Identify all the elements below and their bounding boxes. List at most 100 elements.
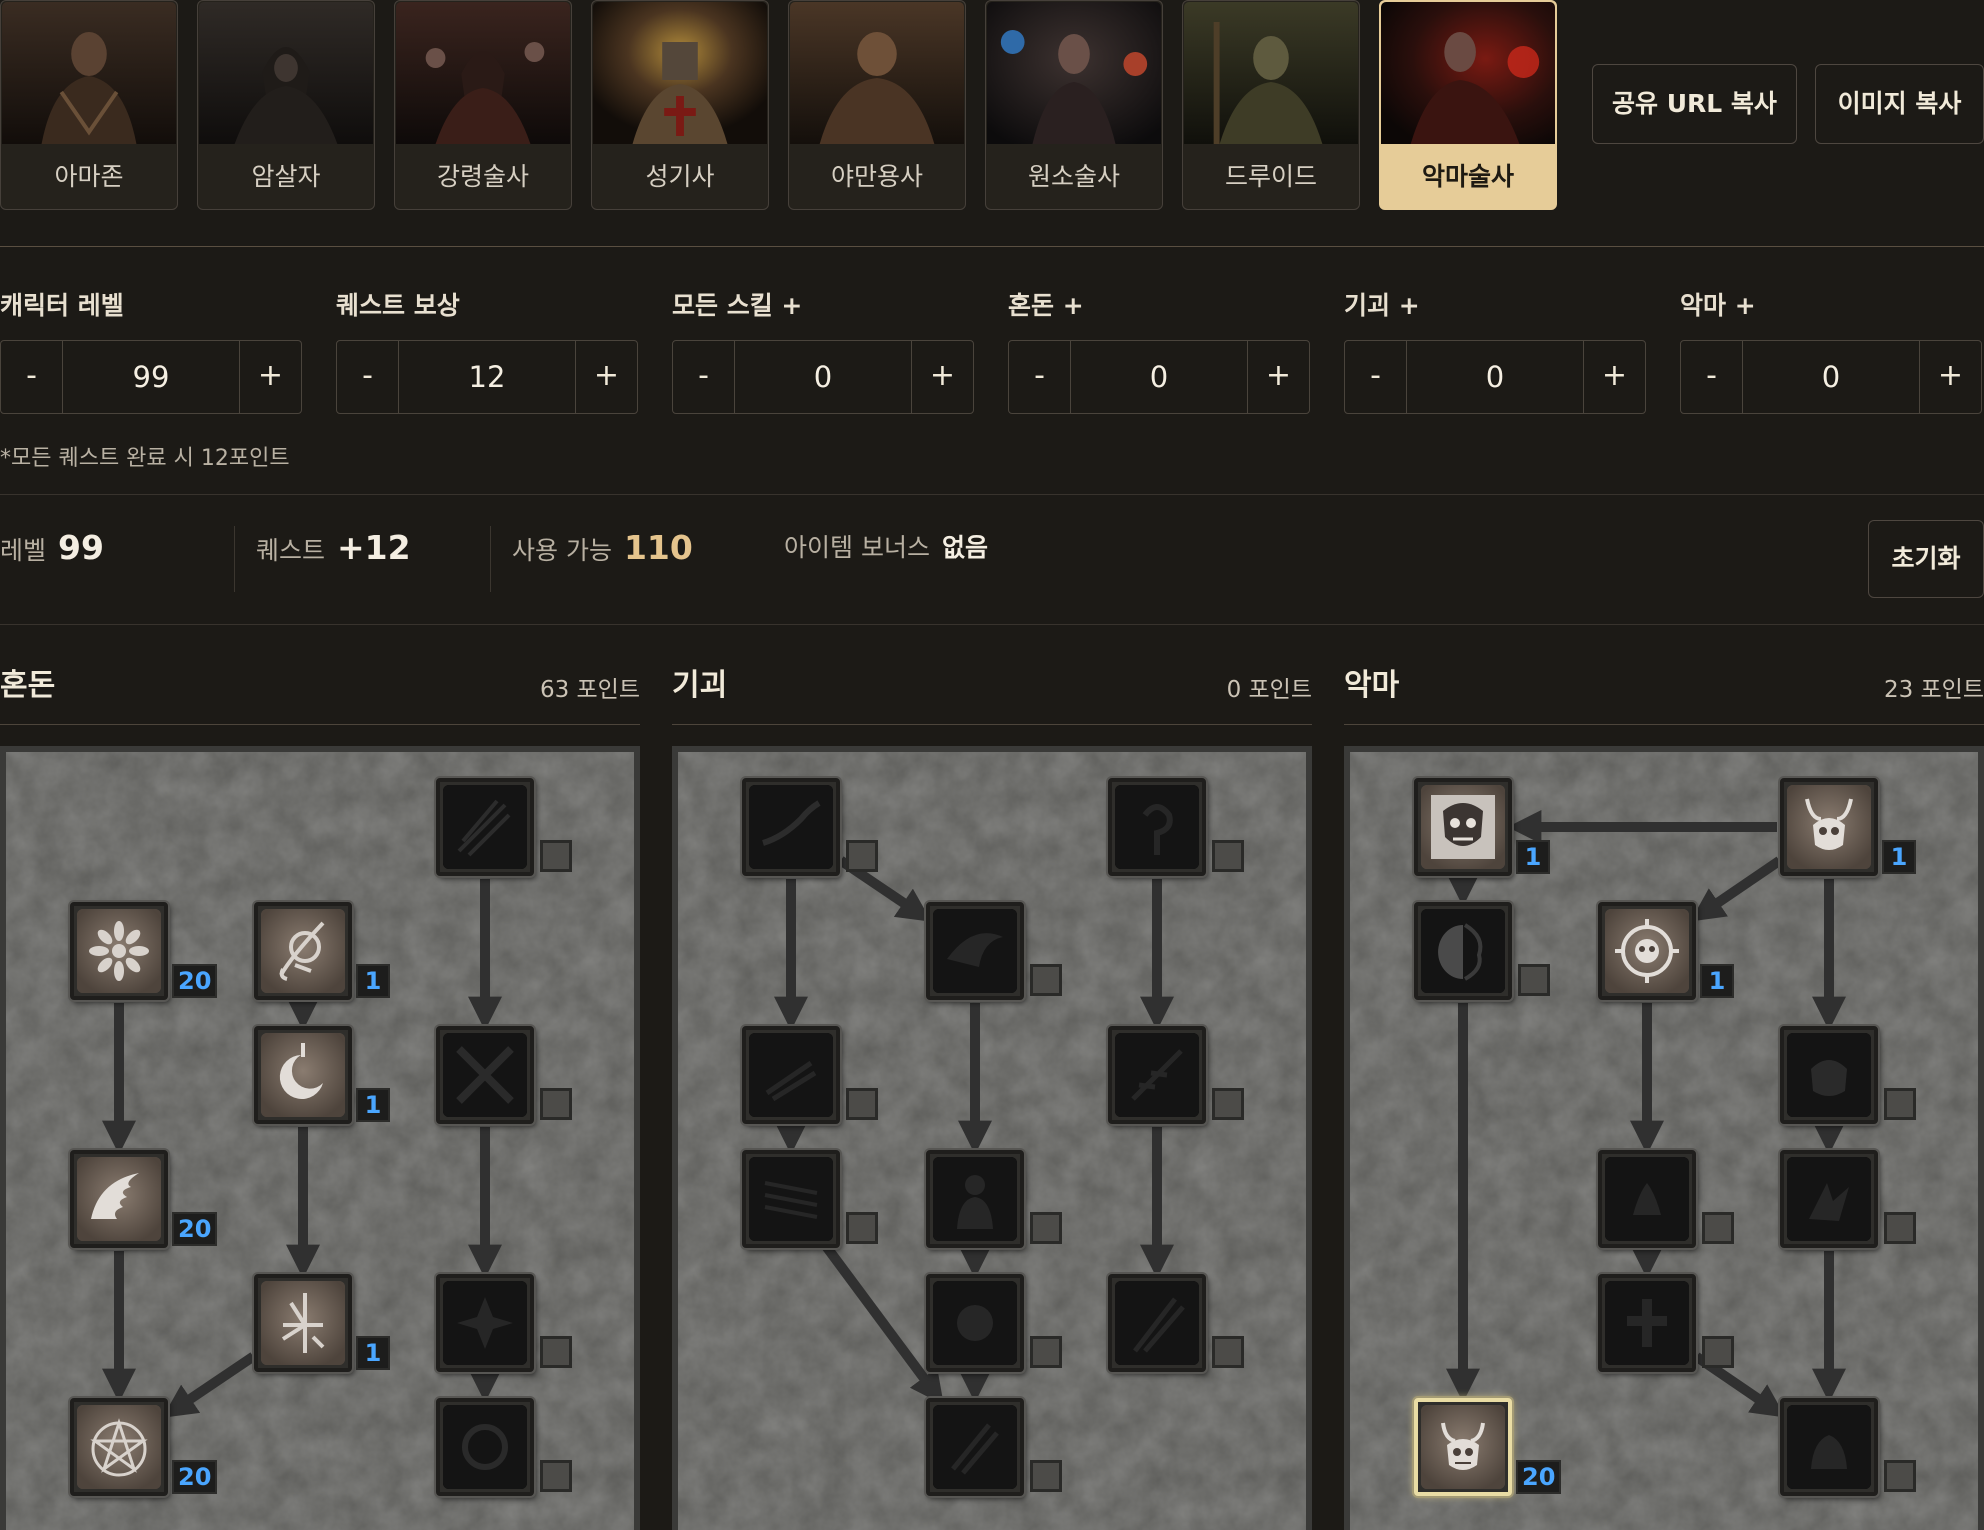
- skill-level-slot: [1030, 1336, 1062, 1368]
- tree-header-demon: 악마 23 포인트: [1344, 660, 1984, 710]
- decrement-button[interactable]: -: [337, 341, 399, 413]
- skill-node[interactable]: [1780, 1150, 1878, 1248]
- skill-node[interactable]: [1108, 778, 1206, 876]
- spiked-orb-icon: [443, 1405, 527, 1489]
- class-tab-amazon[interactable]: 아마존: [0, 0, 178, 210]
- decrement-button[interactable]: -: [1681, 341, 1743, 413]
- demon-bonus-group: 악마 + - +: [1680, 286, 1982, 414]
- decrement-button[interactable]: -: [1009, 341, 1071, 413]
- skill-node[interactable]: [1108, 1274, 1206, 1372]
- skill-node[interactable]: [1108, 1026, 1206, 1124]
- skill-node[interactable]: [436, 778, 534, 876]
- increment-button[interactable]: +: [1247, 341, 1309, 413]
- class-tab-necromancer[interactable]: 강령술사: [394, 0, 572, 210]
- tree-title: 악마: [1344, 668, 1400, 703]
- skill-level-badge: 1: [356, 1088, 390, 1122]
- class-tab-paladin[interactable]: 성기사: [591, 0, 769, 210]
- crossed-chains-icon: [443, 1033, 527, 1117]
- skill-node[interactable]: [926, 1150, 1024, 1248]
- all-skills-input[interactable]: [735, 341, 911, 413]
- class-tab-label: 야만용사: [830, 162, 923, 191]
- eldritch-bonus-input[interactable]: [1407, 341, 1583, 413]
- pentagram-icon: [77, 1405, 161, 1489]
- shadow-beast-icon: [1787, 1405, 1871, 1489]
- reset-button[interactable]: 초기화: [1868, 520, 1984, 598]
- demon-bonus-input[interactable]: [1743, 341, 1919, 413]
- skill-node[interactable]: [742, 1026, 840, 1124]
- shattered-star-icon: [443, 1281, 527, 1365]
- increment-button[interactable]: +: [911, 341, 973, 413]
- copy-share-url-button[interactable]: 공유 URL 복사: [1592, 64, 1797, 144]
- copy-image-button[interactable]: 이미지 복사: [1815, 64, 1984, 144]
- jagged-sigil-icon: [261, 1281, 345, 1365]
- skill-level-badge: 1: [356, 1336, 390, 1370]
- skill-level-badge: 1: [1516, 840, 1550, 874]
- class-tab-barbarian[interactable]: 야만용사: [788, 0, 966, 210]
- feathered-blades-icon: [1115, 1033, 1199, 1117]
- chaos-bonus-input[interactable]: [1071, 341, 1247, 413]
- skill-node[interactable]: [436, 1026, 534, 1124]
- quest-reward-label: 퀘스트 보상: [336, 291, 460, 320]
- increment-button[interactable]: +: [1919, 341, 1981, 413]
- skill-level-slot: [1212, 1088, 1244, 1120]
- horned-demon-face-icon: [1421, 1405, 1505, 1489]
- wave-claw-icon: [77, 1157, 161, 1241]
- skill-node[interactable]: [436, 1274, 534, 1372]
- class-tab-label: 원소술사: [1027, 162, 1120, 191]
- skill-node[interactable]: [70, 902, 168, 1000]
- character-level-input[interactable]: [63, 341, 239, 413]
- skill-node[interactable]: [742, 778, 840, 876]
- tree-points: 63 포인트: [539, 677, 640, 703]
- class-tab-warlock[interactable]: 악마술사: [1379, 0, 1557, 210]
- tree-title: 혼돈: [0, 668, 56, 703]
- summary-level: 레벨 99: [0, 528, 104, 598]
- decrement-button[interactable]: -: [1, 341, 63, 413]
- level-value: 99: [58, 528, 104, 567]
- skill-node[interactable]: [1414, 778, 1512, 876]
- increment-button[interactable]: +: [575, 341, 637, 413]
- skill-node[interactable]: [436, 1398, 534, 1496]
- tree-title: 기괴: [672, 668, 728, 703]
- decrement-button[interactable]: -: [1345, 341, 1407, 413]
- character-level-group: 캐릭터 레벨 - +: [0, 286, 302, 414]
- skill-node[interactable]: [1780, 778, 1878, 876]
- assassin-portrait: [199, 2, 373, 144]
- class-tab-assassin[interactable]: 암살자: [197, 0, 375, 210]
- skill-node[interactable]: [742, 1150, 840, 1248]
- twin-daggers-icon: [1115, 1281, 1199, 1365]
- quest-reward-input[interactable]: [399, 341, 575, 413]
- skill-node[interactable]: [1598, 902, 1696, 1000]
- skill-node[interactable]: [254, 1026, 352, 1124]
- necromancer-portrait: [396, 2, 570, 144]
- dark-orb-icon: [933, 1281, 1017, 1365]
- skill-node[interactable]: [1780, 1398, 1878, 1496]
- skill-node[interactable]: [926, 1274, 1024, 1372]
- flame-bowl-icon: [1605, 1157, 1689, 1241]
- skill-node[interactable]: [926, 902, 1024, 1000]
- skill-node[interactable]: [926, 1398, 1024, 1496]
- class-tab-druid[interactable]: 드루이드: [1182, 0, 1360, 210]
- class-tab-sorceress[interactable]: 원소술사: [985, 0, 1163, 210]
- divider: [0, 494, 1984, 495]
- available-label: 사용 가능: [512, 536, 612, 565]
- chaos-bonus-stepper: - +: [1008, 340, 1310, 414]
- skill-node[interactable]: [1414, 902, 1512, 1000]
- decrement-button[interactable]: -: [673, 341, 735, 413]
- item-bonus-label: 아이템 보너스: [784, 533, 930, 562]
- skill-node[interactable]: [70, 1398, 168, 1496]
- skill-node[interactable]: [70, 1150, 168, 1248]
- skill-level-badge: 1: [1700, 964, 1734, 998]
- spiked-skull-ring-icon: [1605, 909, 1689, 993]
- skill-node[interactable]: [1598, 1150, 1696, 1248]
- item-bonus-value: 없음: [941, 533, 988, 562]
- skill-node[interactable]: [254, 1274, 352, 1372]
- skill-node[interactable]: [254, 902, 352, 1000]
- warlock-portrait: [1381, 2, 1555, 144]
- increment-button[interactable]: +: [1583, 341, 1645, 413]
- claw-slash-icon: [443, 785, 527, 869]
- increment-button[interactable]: +: [239, 341, 301, 413]
- skill-node[interactable]: [1780, 1026, 1878, 1124]
- skill-connector-arrow: [822, 1244, 944, 1405]
- skill-node[interactable]: [1414, 1398, 1512, 1496]
- skill-node[interactable]: [1598, 1274, 1696, 1372]
